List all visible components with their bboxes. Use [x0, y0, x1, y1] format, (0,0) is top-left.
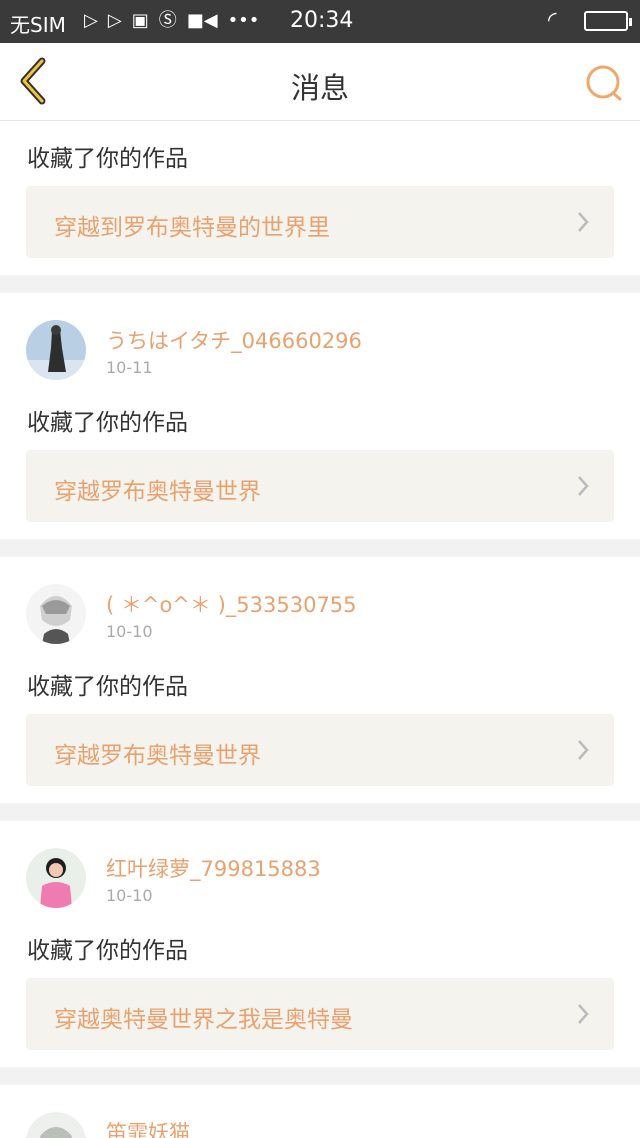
nav-bar: 消息 [0, 43, 640, 121]
search-button[interactable] [582, 61, 626, 105]
date: 10-11 [106, 358, 153, 377]
list-item: 红叶绿萝_799815883 10-10 收藏了你的作品 穿越奥特曼世界之我是奥… [0, 821, 640, 1067]
work-title: 穿越罗布奥特曼世界 [54, 479, 261, 505]
status-bar: 无SIM ▷ ▷ ▣ Ⓢ ■◀ ••• 20:34 ◜ [0, 0, 640, 43]
battery-icon [584, 11, 632, 31]
carrier-label: 无SIM [10, 13, 66, 37]
list-item: 收藏了你的作品 穿越到罗布奥特曼的世界里 [0, 121, 640, 275]
list-item: ( ＊^o^＊ )_533530755 10-10 收藏了你的作品 穿越罗布奥特… [0, 557, 640, 803]
list-item: うちはイタチ_046660296 10-11 收藏了你的作品 穿越罗布奥特曼世界 [0, 293, 640, 539]
date: 10-10 [106, 622, 153, 641]
action-text: 收藏了你的作品 [27, 146, 188, 172]
bag-icon: ▣ [131, 10, 149, 31]
username[interactable]: うちはイタチ_046660296 [106, 325, 362, 355]
chevron-right-icon [578, 212, 589, 232]
username[interactable]: ( ＊^o^＊ )_533530755 [106, 589, 357, 619]
more-dots-icon: ••• [227, 10, 260, 31]
work-link[interactable]: 穿越奥特曼世界之我是奥特曼 [26, 978, 614, 1050]
chevron-right-icon [578, 740, 589, 760]
play-icon: ▷ [84, 10, 98, 31]
avatar[interactable] [26, 584, 86, 644]
chevron-right-icon [578, 1004, 589, 1024]
search-icon [586, 65, 622, 101]
s-icon: Ⓢ [158, 10, 177, 31]
message-feed: 收藏了你的作品 穿越到罗布奥特曼的世界里 うちはイタチ_046660296 10… [0, 121, 640, 1138]
avatar[interactable] [26, 848, 86, 908]
video-icon: ■◀ [186, 10, 218, 31]
chevron-right-icon [578, 476, 589, 496]
work-link[interactable]: 穿越罗布奥特曼世界 [26, 450, 614, 522]
avatar[interactable] [26, 1112, 86, 1138]
page-title: 消息 [290, 71, 349, 105]
clock: 20:34 [290, 8, 354, 33]
work-link[interactable]: 穿越到罗布奥特曼的世界里 [26, 186, 614, 258]
notification-icons: ▷ ▷ ▣ Ⓢ ■◀ ••• [84, 10, 259, 32]
action-text: 收藏了你的作品 [27, 410, 188, 436]
action-text: 收藏了你的作品 [27, 938, 188, 964]
username[interactable]: 红叶绿萝_799815883 [106, 853, 321, 883]
list-item: 笛霏妖猫 [0, 1085, 640, 1138]
work-title: 穿越罗布奥特曼世界 [54, 743, 261, 769]
play-icon: ▷ [107, 10, 122, 31]
date: 10-10 [106, 886, 153, 905]
work-title: 穿越到罗布奥特曼的世界里 [54, 215, 330, 241]
work-title: 穿越奥特曼世界之我是奥特曼 [54, 1007, 353, 1033]
action-text: 收藏了你的作品 [27, 674, 188, 700]
work-link[interactable]: 穿越罗布奥特曼世界 [26, 714, 614, 786]
avatar[interactable] [26, 320, 86, 380]
username[interactable]: 笛霏妖猫 [106, 1117, 190, 1138]
wifi-icon: ◜ [548, 8, 557, 33]
